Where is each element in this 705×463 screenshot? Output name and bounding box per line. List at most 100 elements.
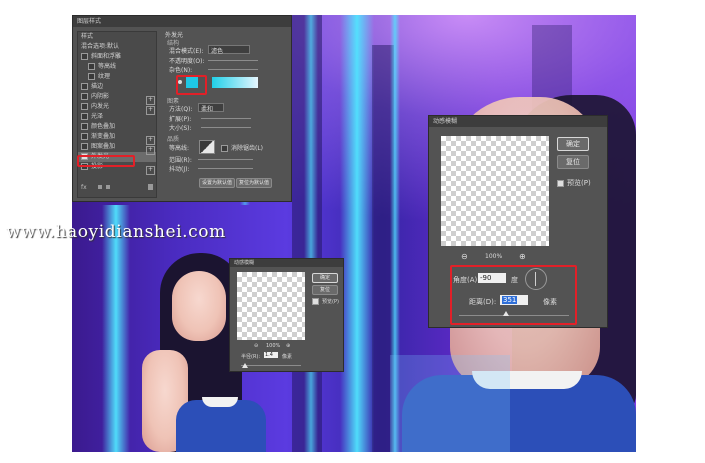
ok-button[interactable]: 确定: [557, 137, 589, 151]
checkbox[interactable]: [81, 143, 88, 150]
glow-color-swatch[interactable]: [186, 77, 198, 88]
fx-icon[interactable]: fx: [81, 184, 87, 191]
style-item-bevel[interactable]: 斜面和浮雕: [78, 52, 156, 62]
noise-slider[interactable]: [208, 69, 258, 70]
checkbox[interactable]: [81, 113, 88, 120]
checkbox-checked[interactable]: [312, 298, 319, 305]
add-inner-shadow-icon[interactable]: +: [146, 106, 155, 115]
noise-label: 杂色(N):: [169, 67, 193, 74]
contour-label: 等高线:: [169, 145, 190, 152]
zoom-in-icon[interactable]: ⊕: [286, 343, 290, 349]
checkbox[interactable]: [81, 83, 88, 90]
zoom-out-icon[interactable]: ⊖: [254, 343, 258, 349]
checkbox[interactable]: [88, 73, 95, 80]
arrow-down-icon[interactable]: [106, 185, 110, 189]
quality-label: 品质: [167, 136, 180, 143]
dialog-titlebar: 动感模糊: [429, 116, 607, 127]
styles-header: 样式: [81, 33, 94, 40]
preview-option[interactable]: 预览(P): [312, 298, 339, 305]
radius-slider[interactable]: [241, 365, 301, 366]
add-stroke-icon[interactable]: +: [146, 96, 155, 105]
size-label: 大小(S):: [169, 125, 192, 132]
ok-button[interactable]: 确定: [312, 273, 338, 283]
make-default-button[interactable]: 设置为默认值: [199, 178, 235, 188]
preview-option[interactable]: 预览(P): [557, 178, 591, 188]
style-item-color-overlay[interactable]: 颜色叠加: [78, 122, 156, 132]
radius-input[interactable]: 1.4: [264, 352, 278, 358]
radius-label: 半径(R):: [241, 354, 261, 360]
motion-blur-dialog-small: 动感模糊 确定 复位 预览(P) ⊖ 100% ⊕ 半径(R): 1.4 像素: [229, 258, 344, 372]
checkbox[interactable]: [221, 145, 228, 152]
outer-glow-highlight: [77, 155, 135, 167]
blend-mode-label: 混合模式(E):: [169, 48, 204, 55]
blend-options-item[interactable]: 混合选项:默认: [78, 42, 156, 52]
opacity-slider[interactable]: [208, 60, 258, 61]
zoom-in-icon[interactable]: ⊕: [519, 252, 526, 261]
method-label: 方法(Q):: [169, 106, 193, 113]
checkbox[interactable]: [81, 93, 88, 100]
distance-slider[interactable]: [459, 315, 569, 316]
distance-unit: 像素: [543, 298, 557, 306]
preview-canvas[interactable]: [237, 272, 305, 340]
distance-slider-thumb[interactable]: [503, 311, 509, 316]
reset-button[interactable]: 复位: [557, 155, 589, 169]
checkbox[interactable]: [81, 133, 88, 140]
styles-list: 样式 混合选项:默认 斜面和浮雕 等高线 纹理 描边 内阴影 内发光 光泽 颜色…: [77, 31, 157, 198]
watermark-text: www.haoyidianshei.com: [6, 222, 226, 242]
trash-icon[interactable]: [148, 184, 153, 190]
angle-dial[interactable]: [525, 268, 547, 290]
angle-label: 角度(A):: [453, 276, 480, 284]
zoom-out-icon[interactable]: ⊖: [461, 252, 468, 261]
style-item-satin[interactable]: 光泽: [78, 112, 156, 122]
style-item-inner-shadow[interactable]: 内阴影: [78, 92, 156, 102]
antialias-option[interactable]: 消除锯齿(L): [221, 143, 263, 152]
size-slider[interactable]: [201, 127, 251, 128]
checkbox[interactable]: [81, 123, 88, 130]
layer-style-dialog: 图层样式 样式 混合选项:默认 斜面和浮雕 等高线 纹理 描边 内阴影 内发光 …: [72, 15, 292, 202]
style-item-stroke[interactable]: 描边: [78, 82, 156, 92]
checkbox[interactable]: [88, 63, 95, 70]
zoom-level: 100%: [266, 343, 281, 349]
spread-slider[interactable]: [201, 118, 251, 119]
range-label: 范围(R):: [169, 157, 192, 164]
distance-label: 距离(D):: [469, 298, 497, 306]
distance-input[interactable]: 351: [500, 295, 528, 305]
jitter-slider[interactable]: [198, 168, 253, 169]
reset-button[interactable]: 复位: [312, 285, 338, 295]
spread-label: 扩展(P):: [169, 116, 192, 123]
glow-gradient-swatch[interactable]: [212, 77, 258, 88]
light-stripe: [340, 15, 374, 452]
opacity-label: 不透明度(O):: [169, 58, 205, 65]
style-item-pattern-overlay[interactable]: 图案叠加: [78, 142, 156, 152]
style-item-gradient-overlay[interactable]: 渐变叠加: [78, 132, 156, 142]
solid-color-radio[interactable]: [178, 80, 182, 84]
style-item-contour[interactable]: 等高线: [78, 62, 156, 72]
add-gradient-overlay-icon[interactable]: +: [146, 146, 155, 155]
angle-input[interactable]: -90: [478, 273, 506, 283]
angle-dial-needle: [535, 272, 536, 286]
radius-unit: 像素: [282, 354, 293, 360]
checkbox[interactable]: [81, 53, 88, 60]
angle-unit: 度: [511, 276, 518, 284]
checkbox[interactable]: [81, 103, 88, 110]
preview-canvas[interactable]: [441, 136, 549, 246]
reset-default-button[interactable]: 复位为默认值: [236, 178, 272, 188]
radius-slider-thumb[interactable]: [242, 363, 248, 368]
method-select[interactable]: 柔和: [198, 103, 224, 113]
style-item-texture[interactable]: 纹理: [78, 72, 156, 82]
portrait-face-left: [172, 271, 226, 341]
motion-blur-dialog: 动感模糊 确定 复位 预览(P) ⊖ 100% ⊕ 角度(A): -90 度 距…: [428, 115, 608, 328]
style-item-inner-glow[interactable]: 内发光: [78, 102, 156, 112]
jitter-label: 抖动(J):: [169, 166, 190, 173]
contour-preview[interactable]: [199, 140, 215, 154]
add-drop-shadow-icon[interactable]: +: [146, 166, 155, 175]
blend-mode-select[interactable]: 滤色: [208, 45, 250, 55]
add-color-overlay-icon[interactable]: +: [146, 136, 155, 145]
arrow-up-icon[interactable]: [98, 185, 102, 189]
range-slider[interactable]: [198, 159, 253, 160]
checkbox-checked[interactable]: [557, 179, 564, 187]
blur-streak: [390, 355, 510, 452]
zoom-level: 100%: [485, 253, 503, 260]
light-stripe: [304, 15, 318, 452]
distance-value-selected: 351: [502, 296, 518, 304]
